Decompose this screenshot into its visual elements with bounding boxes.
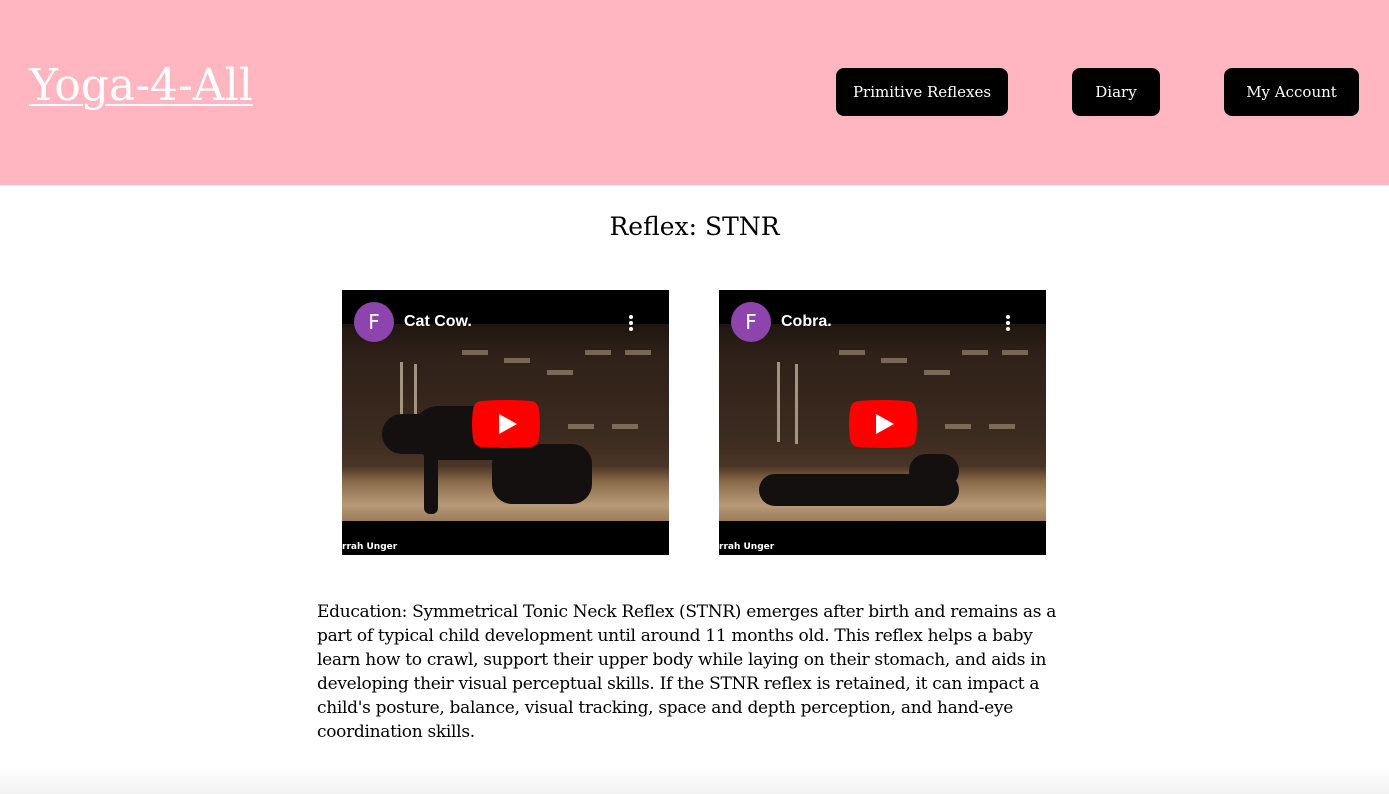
site-logo-link[interactable]: Yoga-4-All [29,60,253,111]
nav-my-account-button[interactable]: My Account [1224,68,1359,116]
play-icon[interactable] [849,400,917,448]
play-icon[interactable] [472,400,540,448]
video-title[interactable]: Cat Cow. [404,313,472,331]
more-vert-icon[interactable] [623,312,639,334]
site-header: Yoga-4-All Primitive Reflexes Diary My A… [0,0,1389,185]
video-credit: rrah Unger [342,542,398,552]
channel-avatar[interactable]: F [731,302,771,342]
nav-diary-button[interactable]: Diary [1072,68,1160,116]
nav-primitive-reflexes-button[interactable]: Primitive Reflexes [836,68,1008,116]
video-player-cobra[interactable]: rrah Unger F Cobra. [719,290,1046,555]
video-credit: rrah Unger [719,542,775,552]
education-text: Education: Symmetrical Tonic Neck Reflex… [317,602,1057,742]
video-player-cat-cow[interactable]: rrah Unger F Cat Cow. [342,290,669,555]
video-title[interactable]: Cobra. [781,313,832,331]
page-title: Reflex: STNR [609,212,780,241]
channel-avatar[interactable]: F [354,302,394,342]
footer-shadow [0,766,1389,794]
more-vert-icon[interactable] [1000,312,1016,334]
